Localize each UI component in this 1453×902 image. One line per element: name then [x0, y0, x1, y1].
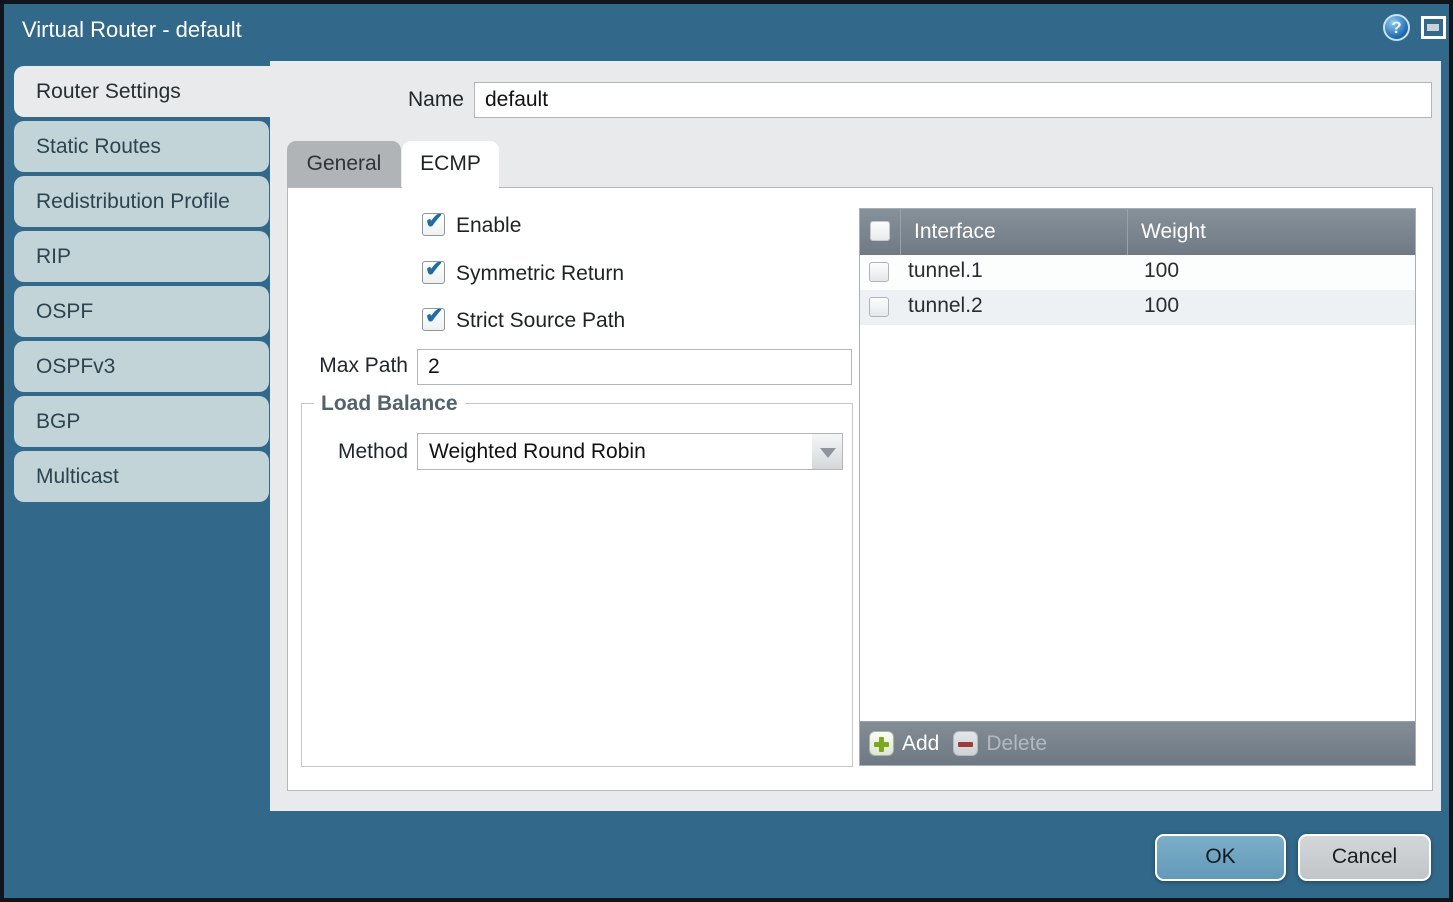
sidebar-item-static-routes[interactable]: Static Routes	[14, 121, 269, 172]
minus-icon	[953, 731, 978, 756]
restore-icon-inner	[1427, 24, 1439, 31]
plus-icon	[869, 731, 894, 756]
sidebar-item-router-settings[interactable]: Router Settings	[14, 66, 270, 117]
tab-ecmp[interactable]: ECMP	[402, 141, 499, 189]
cancel-button[interactable]: Cancel	[1298, 834, 1431, 881]
cell-interface: tunnel.2	[908, 294, 983, 318]
add-button[interactable]: Add	[869, 731, 953, 756]
ok-button[interactable]: OK	[1155, 834, 1286, 881]
method-dropdown[interactable]: Weighted Round Robin	[417, 433, 813, 470]
sidebar-item-bgp[interactable]: BGP	[14, 396, 269, 447]
virtual-router-dialog: Virtual Router - default ? Router Settin…	[0, 0, 1453, 902]
row-checkbox[interactable]	[869, 297, 889, 317]
delete-button[interactable]: Delete	[953, 731, 1047, 756]
name-label: Name	[334, 88, 464, 112]
table-row[interactable]: tunnel.2 100	[860, 290, 1415, 325]
cell-interface: tunnel.1	[908, 259, 983, 283]
load-balance-legend: Load Balance	[314, 392, 465, 416]
max-path-label: Max Path	[292, 354, 408, 378]
row-checkbox[interactable]	[869, 262, 889, 282]
max-path-input[interactable]	[417, 349, 852, 385]
interface-table: Interface Weight tunnel.1 100 tunnel.2 1…	[859, 208, 1416, 766]
sidebar-item-rip[interactable]: RIP	[14, 231, 269, 282]
cell-weight: 100	[1144, 259, 1179, 283]
check-icon: ✔	[425, 208, 443, 234]
symmetric-return-checkbox[interactable]: ✔	[422, 261, 445, 284]
delete-button-label: Delete	[986, 732, 1047, 756]
sidebar-item-redistribution-profile[interactable]: Redistribution Profile	[14, 176, 269, 227]
add-button-label: Add	[902, 732, 939, 756]
chevron-down-icon[interactable]	[812, 433, 843, 470]
check-icon: ✔	[425, 256, 443, 282]
name-input[interactable]	[474, 82, 1432, 118]
check-icon: ✔	[425, 303, 443, 329]
symmetric-return-label: Symmetric Return	[456, 262, 624, 286]
enable-label: Enable	[456, 214, 521, 238]
restore-icon[interactable]	[1421, 16, 1446, 39]
strict-source-path-checkbox[interactable]: ✔	[422, 308, 445, 331]
select-all-checkbox[interactable]	[870, 221, 890, 241]
column-header-weight[interactable]: Weight	[1127, 209, 1415, 255]
table-row[interactable]: tunnel.1 100	[860, 255, 1415, 290]
cell-weight: 100	[1144, 294, 1179, 318]
table-header: Interface Weight	[860, 209, 1415, 255]
sidebar-item-ospfv3[interactable]: OSPFv3	[14, 341, 269, 392]
sidebar-item-multicast[interactable]: Multicast	[14, 451, 269, 502]
method-label: Method	[304, 440, 408, 464]
enable-checkbox[interactable]: ✔	[422, 213, 445, 236]
column-header-interface[interactable]: Interface	[900, 209, 1127, 255]
help-icon[interactable]: ?	[1383, 14, 1410, 41]
sidebar-item-ospf[interactable]: OSPF	[14, 286, 269, 337]
table-toolbar: Add Delete	[860, 721, 1415, 765]
dropdown-triangle	[820, 448, 836, 458]
strict-source-path-label: Strict Source Path	[456, 309, 625, 333]
dialog-title: Virtual Router - default	[22, 17, 242, 43]
header-checkbox-cell	[860, 209, 900, 255]
tab-general[interactable]: General	[287, 141, 401, 187]
